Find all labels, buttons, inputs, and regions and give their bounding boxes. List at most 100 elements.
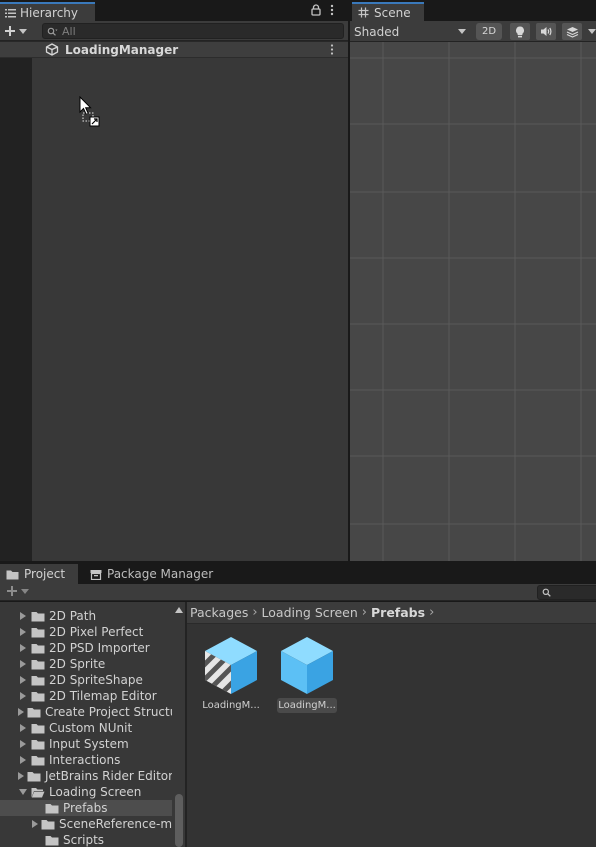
tree-item[interactable]: 2D PSD Importer xyxy=(0,640,172,656)
lock-icon[interactable] xyxy=(311,4,321,16)
tab-project[interactable]: Project xyxy=(0,564,78,584)
caret-down-icon xyxy=(19,28,27,34)
effects-toggle-button[interactable] xyxy=(562,23,582,40)
tree-item[interactable]: Custom NUnit xyxy=(0,720,172,736)
collapsed-arrow-icon[interactable] xyxy=(18,659,28,669)
tree-item[interactable]: 2D Sprite xyxy=(0,656,172,672)
asset-item[interactable]: LoadingM... xyxy=(201,634,261,714)
scene-grid xyxy=(350,42,596,561)
collapsed-arrow-icon[interactable] xyxy=(18,691,28,701)
tab-hierarchy[interactable]: Hierarchy xyxy=(0,2,95,21)
project-create-button[interactable] xyxy=(6,585,29,597)
tree-item-label: 2D SpriteShape xyxy=(49,673,143,687)
hierarchy-search-field[interactable] xyxy=(42,23,344,39)
speaker-icon xyxy=(540,26,553,37)
tab-package-manager[interactable]: Package Manager xyxy=(84,564,214,584)
tab-scene[interactable]: Scene xyxy=(352,2,424,21)
breadcrumb: Packages › Loading Screen › Prefabs › xyxy=(187,602,596,624)
breadcrumb-separator-icon: › xyxy=(361,605,367,620)
expanded-arrow-icon[interactable] xyxy=(18,787,28,797)
tree-item-label: 2D Tilemap Editor xyxy=(49,689,157,703)
tree-item[interactable]: Create Project Structu xyxy=(0,704,172,720)
collapsed-arrow-icon[interactable] xyxy=(18,707,24,717)
caret-down-icon xyxy=(21,588,29,594)
audio-toggle-button[interactable] xyxy=(536,23,556,40)
hierarchy-search-input[interactable] xyxy=(62,24,322,38)
tree-item-label: Scripts xyxy=(63,833,105,847)
tab-hierarchy-label: Hierarchy xyxy=(20,5,79,20)
toggle-2d-label: 2D xyxy=(481,26,497,37)
toggle-2d-button[interactable]: 2D xyxy=(476,23,502,40)
tree-item[interactable]: JetBrains Rider Editor xyxy=(0,768,172,784)
folder-icon xyxy=(6,569,19,580)
tree-item[interactable]: Loading Screen xyxy=(0,784,172,800)
tree-scrollbar-thumb[interactable] xyxy=(175,794,183,847)
folder-icon xyxy=(31,611,45,622)
collapsed-arrow-icon[interactable] xyxy=(18,675,28,685)
tree-item[interactable]: 2D Tilemap Editor xyxy=(0,688,172,704)
tab-project-label: Project xyxy=(24,567,66,581)
tab-package-manager-label: Package Manager xyxy=(107,567,214,581)
folder-icon xyxy=(41,819,55,830)
unity-scene-icon xyxy=(45,43,59,56)
more-vertical-icon[interactable] xyxy=(330,4,334,16)
collapsed-arrow-icon[interactable] xyxy=(18,771,24,781)
tree-item-label: Input System xyxy=(49,737,129,751)
effects-dropdown-arrow-icon[interactable] xyxy=(588,29,596,34)
lighting-toggle-button[interactable] xyxy=(510,23,530,40)
collapsed-arrow-icon[interactable] xyxy=(18,723,28,733)
tree-item-label: Create Project Structu xyxy=(45,705,172,719)
no-arrow-spacer xyxy=(32,803,42,813)
collapsed-arrow-icon[interactable] xyxy=(18,643,28,653)
tree-item-label: 2D Path xyxy=(49,609,97,623)
tree-item[interactable]: Scripts xyxy=(0,832,172,847)
tree-item[interactable]: 2D Path xyxy=(0,608,172,624)
folder-icon xyxy=(27,707,41,718)
scene-more-icon[interactable] xyxy=(330,44,334,55)
collapsed-arrow-icon[interactable] xyxy=(18,611,28,621)
tree-item[interactable]: Input System xyxy=(0,736,172,752)
shading-mode-dropdown[interactable]: Shaded xyxy=(352,22,470,41)
hierarchy-content-area[interactable] xyxy=(32,58,348,561)
search-icon xyxy=(47,27,58,36)
tree-item[interactable]: Prefabs xyxy=(0,800,172,816)
collapsed-arrow-icon[interactable] xyxy=(18,755,28,765)
effects-layers-icon xyxy=(566,26,579,38)
folder-icon xyxy=(31,755,45,766)
no-arrow-spacer xyxy=(32,835,42,845)
collapsed-arrow-icon[interactable] xyxy=(32,819,38,829)
hierarchy-toolbar xyxy=(0,21,348,41)
scene-viewport[interactable] xyxy=(350,42,596,561)
tree-item-label: Interactions xyxy=(49,753,121,767)
breadcrumb-separator-icon: › xyxy=(429,605,435,620)
search-icon xyxy=(542,588,551,597)
project-folder-tree[interactable]: 2D Path 2D Pixel Perfect 2D PSD Importer 2D… xyxy=(0,602,185,847)
asset-item[interactable]: LoadingM... xyxy=(277,634,337,714)
project-toolbar xyxy=(0,584,596,601)
tree-item[interactable]: SceneReference-m xyxy=(0,816,172,832)
collapsed-arrow-icon[interactable] xyxy=(18,627,28,637)
breadcrumb-item[interactable]: Loading Screen xyxy=(262,605,358,620)
folder-icon xyxy=(31,739,45,750)
tree-item-label: SceneReference-m xyxy=(59,817,172,831)
scroll-up-arrow-icon[interactable] xyxy=(175,607,183,613)
folder-icon xyxy=(31,723,45,734)
tree-item[interactable]: 2D SpriteShape xyxy=(0,672,172,688)
lightbulb-icon xyxy=(515,26,525,38)
tree-item-label: Custom NUnit xyxy=(49,721,133,735)
tree-item-label: 2D PSD Importer xyxy=(49,641,150,655)
create-button[interactable] xyxy=(4,23,34,39)
project-search-field[interactable] xyxy=(537,585,596,600)
collapsed-arrow-icon[interactable] xyxy=(18,739,28,749)
tree-item[interactable]: Interactions xyxy=(0,752,172,768)
breadcrumb-item[interactable]: Packages xyxy=(190,605,248,620)
package-box-icon xyxy=(90,569,102,580)
tab-scene-label: Scene xyxy=(374,5,411,20)
folder-icon xyxy=(31,659,45,670)
tree-item-label: JetBrains Rider Editor xyxy=(45,769,172,783)
tree-item-label: 2D Sprite xyxy=(49,657,106,671)
breadcrumb-separator-icon: › xyxy=(252,605,258,620)
chevron-down-icon xyxy=(458,29,466,34)
breadcrumb-current[interactable]: Prefabs xyxy=(371,605,425,620)
tree-item[interactable]: 2D Pixel Perfect xyxy=(0,624,172,640)
